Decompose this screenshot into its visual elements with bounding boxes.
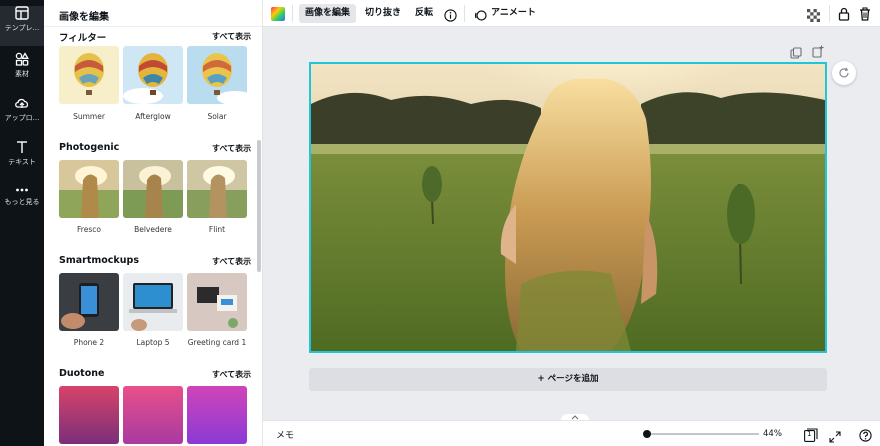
section-title-duotone: Duotone <box>59 368 105 379</box>
transparency-icon[interactable] <box>807 7 820 26</box>
crop-button[interactable]: 切り抜き <box>359 4 407 23</box>
rail-item-more[interactable]: もっと見る <box>0 186 44 226</box>
zoom-slider-handle[interactable] <box>643 430 651 438</box>
notes-button[interactable]: メモ <box>276 428 294 441</box>
animate-button[interactable]: アニメート <box>485 4 542 23</box>
zoom-slider-track[interactable] <box>645 433 759 435</box>
lock-icon[interactable] <box>838 6 850 25</box>
divider <box>464 5 465 22</box>
see-all-link-duotone[interactable]: すべて表示 <box>212 369 251 380</box>
rotate-button[interactable] <box>832 61 856 85</box>
mockup-thumb-greeting-card[interactable] <box>187 273 247 331</box>
top-toolbar: 画像を編集 切り抜き 反転 アニメート <box>263 0 880 27</box>
filter-thumb-summer[interactable] <box>59 46 119 104</box>
filter-thumb-fresco[interactable] <box>59 160 119 218</box>
filter-thumb-flint[interactable] <box>187 160 247 218</box>
panel-title: 画像を編集 <box>59 12 109 23</box>
panel-scrollbar[interactable] <box>257 140 261 272</box>
add-page-button[interactable]: + ページを追加 <box>309 368 827 391</box>
section-title-smartmockups: Smartmockups <box>59 255 139 266</box>
add-page-icon[interactable] <box>812 43 824 62</box>
rail-item-templates[interactable]: テンプレ... <box>0 6 44 46</box>
thumb-caption: Solar <box>207 112 227 121</box>
see-all-link-filters[interactable]: すべて表示 <box>212 31 251 42</box>
editor-app: テンプレ... 素材 アップロ... テキスト もっと見る 画像を編集 フィルタ… <box>0 0 880 446</box>
template-icon <box>15 6 29 20</box>
divider <box>829 5 830 22</box>
fullscreen-icon[interactable] <box>829 428 841 446</box>
rail-item-elements[interactable]: 素材 <box>0 52 44 92</box>
zoom-level[interactable]: 44% <box>763 429 782 439</box>
duotone-thumb[interactable] <box>59 386 119 444</box>
page-count-button[interactable]: 1 <box>804 427 818 446</box>
rail-item-uploads[interactable]: アップロ... <box>0 96 44 136</box>
mockup-thumb-laptop[interactable] <box>123 273 183 331</box>
see-all-link-smartmockups[interactable]: すべて表示 <box>212 256 251 267</box>
rail-label: テンプレ... <box>4 24 40 32</box>
edit-image-panel: 画像を編集 フィルター すべて表示 Summer Afterglow Solar… <box>44 0 263 446</box>
rail-label: アップロ... <box>4 114 40 122</box>
divider <box>292 5 293 22</box>
filter-thumb-afterglow[interactable] <box>123 46 183 104</box>
bottom-bar: メモ 44% 1 <box>263 420 880 446</box>
help-icon[interactable] <box>859 427 872 446</box>
section-title-photogenic: Photogenic <box>59 142 120 153</box>
rail-item-text[interactable]: テキスト <box>0 140 44 180</box>
flip-button[interactable]: 反転 <box>409 4 439 23</box>
rail-label: もっと見る <box>4 198 40 206</box>
page-number: 1 <box>807 430 812 438</box>
edit-image-button[interactable]: 画像を編集 <box>299 4 357 23</box>
duotone-thumb[interactable] <box>187 386 247 444</box>
rail-label: テキスト <box>8 158 36 166</box>
filter-thumb-solar[interactable] <box>187 46 247 104</box>
duotone-thumb[interactable] <box>123 386 183 444</box>
rail-label: 素材 <box>15 70 29 78</box>
duplicate-page-icon[interactable] <box>790 44 802 63</box>
design-page-image[interactable] <box>309 62 827 353</box>
mockup-thumb-phone[interactable] <box>59 273 119 331</box>
more-icon <box>16 188 28 192</box>
info-icon[interactable] <box>444 7 457 26</box>
thumb-caption: Flint <box>208 225 226 234</box>
filter-thumb-belvedere[interactable] <box>123 160 183 218</box>
see-all-link-photogenic[interactable]: すべて表示 <box>212 143 251 154</box>
elements-icon <box>15 52 29 66</box>
side-rail: テンプレ... 素材 アップロ... テキスト もっと見る <box>0 0 44 446</box>
upload-icon <box>15 98 29 108</box>
section-title-filters: フィルター <box>59 33 107 44</box>
divider <box>44 26 262 27</box>
trash-icon[interactable] <box>859 6 871 25</box>
text-icon <box>17 141 27 153</box>
rotate-icon <box>839 67 849 78</box>
color-picker-icon[interactable] <box>271 6 285 25</box>
thumb-caption: Greeting card 1 <box>187 338 247 347</box>
